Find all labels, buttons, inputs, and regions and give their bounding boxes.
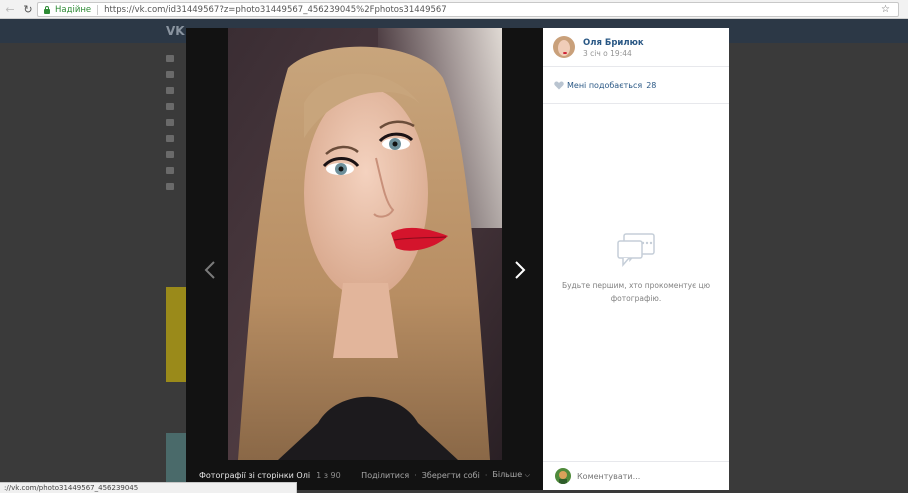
comments-icon — [617, 233, 655, 268]
menu-icon — [166, 167, 174, 174]
address-bar[interactable]: Надійне https://vk.com/id31449567?z=phot… — [37, 2, 899, 17]
menu-icon — [166, 55, 174, 62]
chevron-left-icon — [204, 261, 215, 279]
menu-icon — [166, 135, 174, 142]
separator-dot: · — [414, 470, 417, 480]
author-name[interactable]: Оля Брилюк — [583, 38, 644, 48]
photo-counter: 1 з 90 — [316, 470, 341, 480]
vk-logo: VK — [166, 24, 185, 38]
heart-icon — [554, 81, 564, 89]
background-ad — [166, 287, 186, 382]
url-text[interactable]: https://vk.com/id31449567?z=photo3144956… — [104, 5, 447, 15]
background-menu — [166, 55, 186, 199]
page: VK ← ↻ Надійне https://vk.com/id31449567… — [0, 0, 908, 493]
like-count: 28 — [646, 80, 657, 90]
avatar-image — [553, 36, 575, 58]
reload-icon[interactable]: ↻ — [20, 1, 36, 17]
photo-viewer: Фотографії зі сторінки Олі 1 з 90 Поділи… — [186, 28, 543, 490]
menu-icon — [166, 71, 174, 78]
author-avatar[interactable] — [553, 36, 575, 58]
current-user-avatar — [555, 468, 571, 484]
album-title[interactable]: Фотографії зі сторінки Олі — [199, 471, 310, 480]
comment-bar — [543, 461, 729, 490]
menu-icon — [166, 103, 174, 110]
browser-toolbar: ← ↻ Надійне https://vk.com/id31449567?z=… — [0, 0, 908, 19]
back-icon[interactable]: ← — [2, 1, 18, 17]
share-button[interactable]: Поділитися — [361, 471, 409, 480]
photo-info-panel: Оля Брилюк 3 січ о 19:44 Мені подобаєтьс… — [543, 28, 729, 490]
more-button[interactable]: Більше ⌵ — [492, 470, 530, 480]
chevron-down-icon: ⌵ — [524, 471, 530, 479]
bookmark-star-icon[interactable]: ☆ — [881, 4, 890, 15]
secure-label: Надійне — [55, 4, 92, 15]
author-block: Оля Брилюк 3 січ о 19:44 — [543, 28, 729, 67]
like-label: Мені подобається — [567, 80, 643, 90]
menu-icon — [166, 119, 174, 126]
lock-icon — [43, 5, 51, 14]
chevron-right-icon — [515, 261, 526, 279]
status-bar-url: ://vk.com/photo31449567_456239045 — [0, 482, 297, 493]
previous-photo-arrow[interactable] — [202, 258, 218, 282]
menu-icon — [166, 87, 174, 94]
post-date[interactable]: 3 січ о 19:44 — [583, 49, 632, 58]
next-photo-arrow[interactable] — [512, 258, 528, 282]
photo[interactable] — [228, 28, 502, 460]
no-comments-placeholder: Будьте першим, хто прокоментує цю фотогр… — [543, 233, 729, 305]
divider — [97, 4, 99, 15]
portrait-photo — [228, 28, 502, 460]
menu-icon — [166, 151, 174, 158]
user-avatar-image — [555, 468, 571, 484]
background-ad-image — [166, 433, 186, 483]
no-comments-text: Будьте першим, хто прокоментує цю фотогр… — [561, 281, 711, 303]
save-button[interactable]: Зберегти собі — [422, 471, 480, 480]
separator-dot: · — [484, 470, 488, 480]
photo-actions: Поділитися · Зберегти собі · Більше ⌵ — [361, 470, 530, 480]
menu-icon — [166, 183, 174, 190]
like-button[interactable]: Мені подобається 28 — [543, 67, 729, 104]
comment-input[interactable] — [577, 471, 717, 481]
more-label: Більше — [492, 470, 523, 479]
